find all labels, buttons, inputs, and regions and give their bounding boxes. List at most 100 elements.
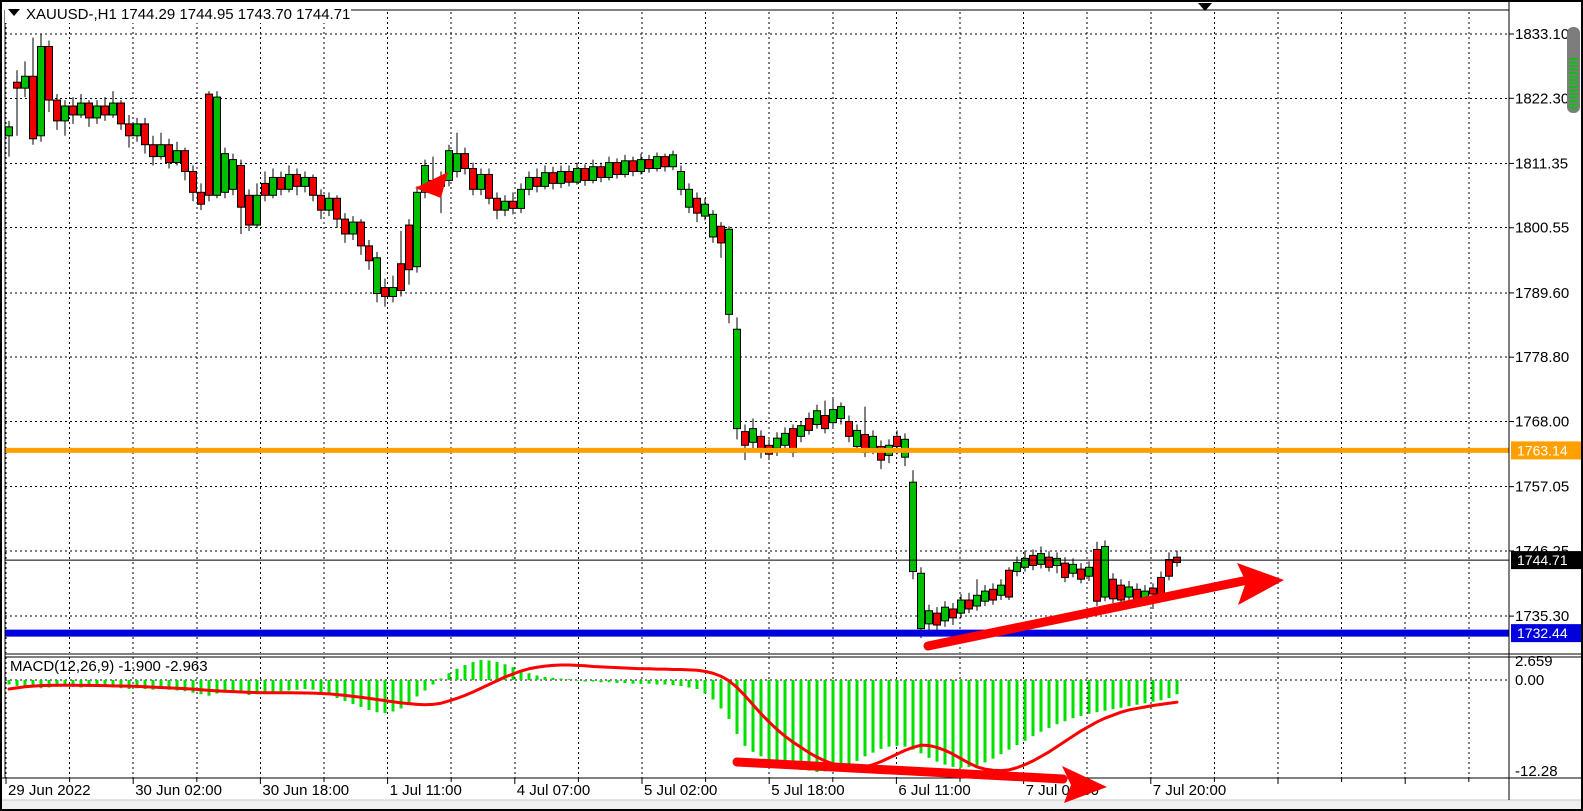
- bear-candle: [310, 177, 317, 195]
- time-axis-label[interactable]: 30 Jun 18:00: [262, 782, 349, 799]
- time-axis-label[interactable]: 6 Jul 11:00: [898, 782, 970, 799]
- bull-candle: [542, 173, 549, 187]
- bear-candle: [142, 124, 149, 145]
- bear-candle: [598, 167, 605, 178]
- bear-candle: [366, 246, 373, 261]
- time-axis-label[interactable]: 5 Jul 02:00: [644, 782, 717, 799]
- bear-candle: [1062, 563, 1069, 577]
- price-axis-label[interactable]: 1822.30: [1515, 90, 1569, 107]
- bull-candle: [558, 171, 565, 183]
- bull-candle: [830, 410, 837, 423]
- bull-candle: [638, 160, 645, 172]
- window-bottom-strip: [0, 800, 1583, 811]
- bull-candle: [734, 329, 741, 428]
- bull-candle: [798, 426, 805, 437]
- bull-candle: [478, 174, 485, 189]
- bull-candle: [678, 171, 685, 189]
- bear-candle: [54, 100, 61, 121]
- bull-candle: [1054, 558, 1061, 565]
- macd-axis-label[interactable]: -12.28: [1515, 763, 1558, 780]
- bear-candle: [614, 163, 621, 175]
- price-axis-label[interactable]: 1778.80: [1515, 349, 1569, 366]
- bear-candle: [318, 195, 325, 210]
- bear-candle: [494, 198, 501, 210]
- time-axis-label[interactable]: 1 Jul 11:00: [390, 782, 462, 799]
- macd-axis-label[interactable]: 0.00: [1515, 672, 1544, 689]
- bear-candle: [70, 106, 77, 115]
- bear-candle: [382, 288, 389, 297]
- bear-candle: [102, 106, 109, 115]
- bull-candle: [590, 167, 597, 181]
- bull-candle: [1038, 554, 1045, 565]
- bear-candle: [30, 76, 37, 138]
- bull-candle: [918, 573, 925, 628]
- symbol-ohlc-title: XAUUSD-,H1 1744.29 1744.95 1743.70 1744.…: [26, 6, 350, 23]
- bear-candle: [46, 46, 53, 100]
- price-axis-label[interactable]: 1768.00: [1515, 413, 1569, 430]
- bear-candle: [846, 421, 853, 436]
- price-axis-label[interactable]: 1757.05: [1515, 479, 1569, 496]
- bull-candle: [214, 97, 221, 195]
- bear-candle: [550, 173, 557, 184]
- macd-axis-label[interactable]: 2.659: [1515, 653, 1553, 670]
- bear-candle: [470, 169, 477, 190]
- bull-candle: [302, 177, 309, 186]
- bull-candle: [270, 177, 277, 195]
- bear-candle: [462, 154, 469, 169]
- bull-candle: [974, 595, 981, 606]
- bull-candle: [1014, 563, 1021, 572]
- time-axis-label[interactable]: 7 Jul 20:00: [1153, 782, 1226, 799]
- bear-candle: [14, 82, 21, 88]
- bull-candle: [286, 174, 293, 189]
- bull-candle: [78, 103, 85, 115]
- bear-candle: [1006, 570, 1013, 597]
- bear-candle: [126, 124, 133, 136]
- bear-candle: [934, 613, 941, 625]
- time-axis-label[interactable]: 5 Jul 18:00: [771, 782, 844, 799]
- bear-candle: [118, 103, 125, 124]
- bull-candle: [654, 157, 661, 169]
- bear-candle: [646, 160, 653, 169]
- bull-candle: [62, 106, 69, 121]
- bull-candle: [750, 429, 757, 443]
- time-axis-label[interactable]: 29 Jun 2022: [8, 782, 91, 799]
- bull-candle: [998, 585, 1005, 595]
- bull-candle: [326, 198, 333, 210]
- bull-candle: [702, 204, 709, 216]
- bull-candle: [686, 189, 693, 207]
- bull-candle: [726, 229, 733, 314]
- bull-candle: [838, 407, 845, 419]
- macd-label: MACD(12,26,9) -1.900 -2.963: [10, 658, 208, 675]
- time-axis-label[interactable]: 30 Jun 02:00: [135, 782, 222, 799]
- bear-candle: [334, 198, 341, 219]
- current-price-badge: 1744.71: [1517, 552, 1568, 568]
- bear-candle: [246, 195, 253, 225]
- bull-candle: [94, 106, 101, 118]
- bear-candle: [262, 183, 269, 195]
- bull-candle: [174, 151, 181, 163]
- price-axis-label[interactable]: 1800.55: [1515, 220, 1569, 237]
- price-axis-label[interactable]: 1735.30: [1515, 608, 1569, 625]
- bull-candle: [518, 189, 525, 208]
- bear-candle: [1094, 549, 1101, 601]
- bear-candle: [566, 171, 573, 182]
- bull-candle: [414, 192, 421, 266]
- price-axis-label[interactable]: 1789.60: [1515, 285, 1569, 302]
- bear-candle: [238, 166, 245, 208]
- bull-candle: [1102, 546, 1109, 597]
- bear-candle: [806, 418, 813, 430]
- price-axis-label[interactable]: 1811.35: [1515, 155, 1568, 172]
- bear-candle: [358, 222, 365, 246]
- bear-candle: [950, 609, 957, 618]
- bull-candle: [606, 163, 613, 178]
- time-axis-label[interactable]: 4 Jul 07:00: [517, 782, 590, 799]
- bull-candle: [350, 222, 357, 234]
- bull-candle: [814, 411, 821, 425]
- bull-candle: [38, 46, 45, 135]
- chart-canvas[interactable]: 1833.10 1822.30 1811.35 1800.55 1789.60 1778.…: [0, 0, 1583, 811]
- bear-candle: [1110, 579, 1117, 599]
- bull-candle: [6, 127, 13, 136]
- bear-candle: [510, 201, 517, 208]
- price-axis-label[interactable]: 1833.10: [1515, 26, 1569, 43]
- bull-candle: [374, 258, 381, 294]
